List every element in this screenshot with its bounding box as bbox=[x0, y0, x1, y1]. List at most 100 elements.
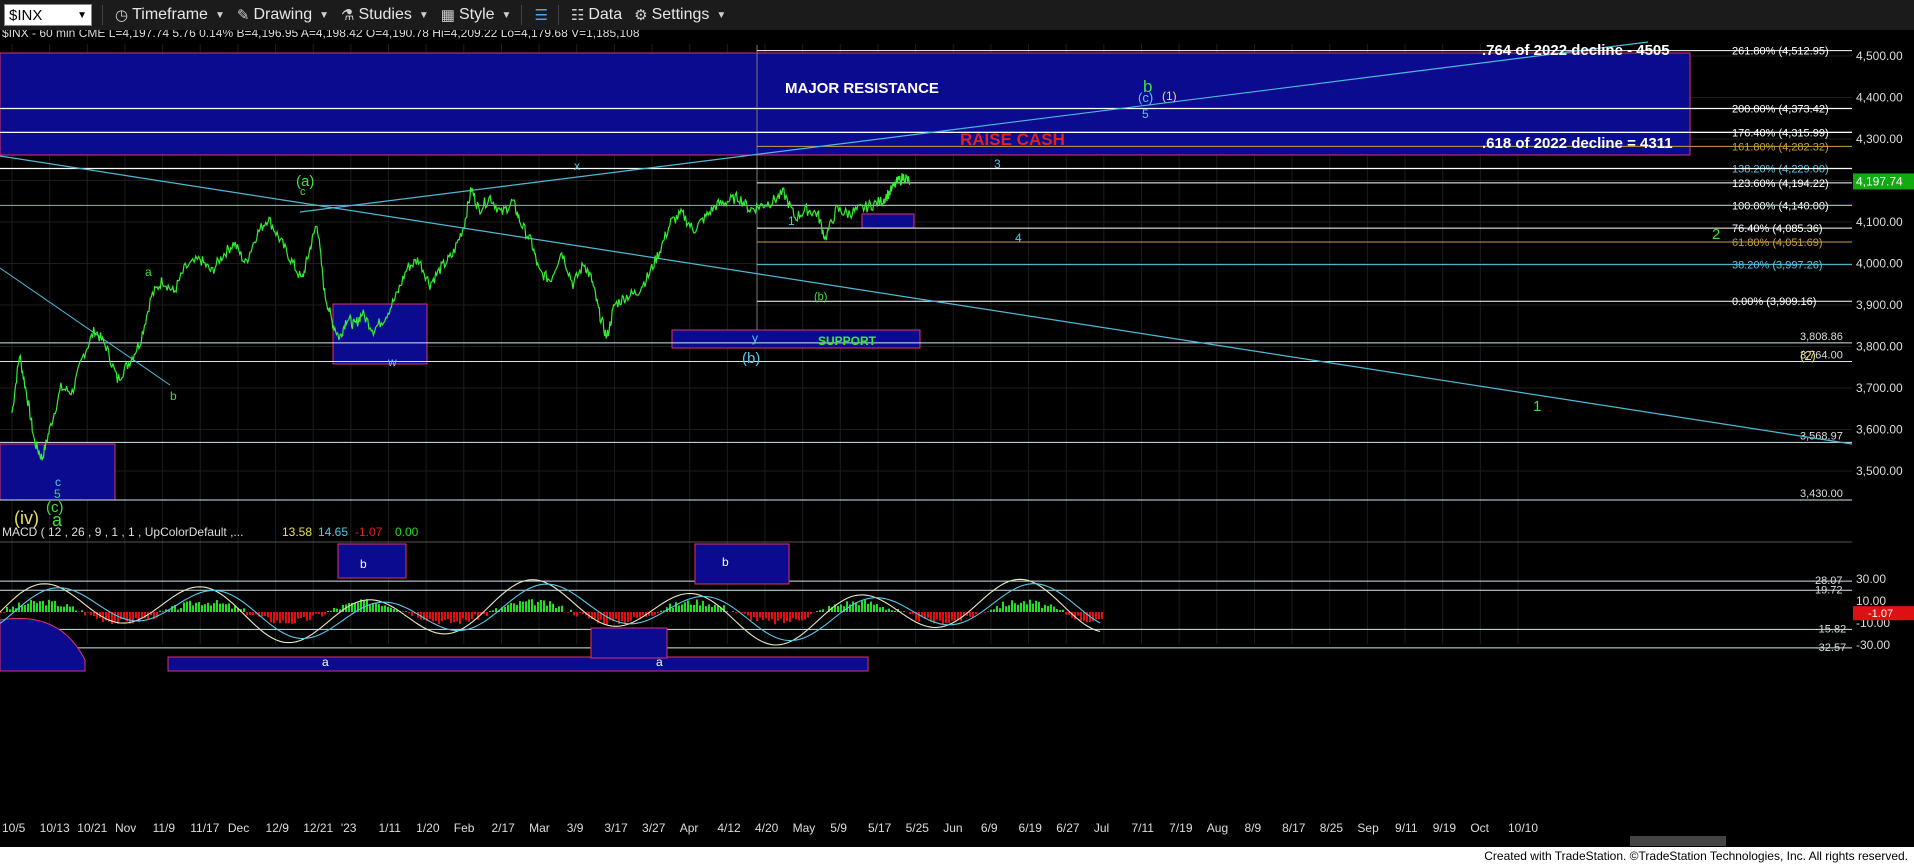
chevron-down-icon: ▼ bbox=[716, 9, 727, 21]
wave-label: 5 bbox=[1142, 107, 1149, 121]
macd-histogram-bar bbox=[303, 612, 305, 617]
macd-histogram-bar bbox=[84, 612, 86, 616]
macd-histogram-bar bbox=[177, 609, 179, 612]
macd-histogram-bar bbox=[1020, 602, 1022, 612]
macd-histogram-bar bbox=[459, 612, 461, 624]
studies-button[interactable]: ⚗ Studies ▼ bbox=[341, 6, 429, 24]
macd-histogram-bar bbox=[39, 601, 41, 612]
macd-histogram-bar bbox=[507, 604, 509, 612]
macd-histogram-bar bbox=[786, 612, 788, 622]
macd-histogram-bar bbox=[708, 604, 710, 612]
macd-histogram-bar bbox=[54, 600, 56, 612]
macd-histogram-bar bbox=[909, 612, 911, 615]
x-tick-label: 8/9 bbox=[1244, 821, 1261, 835]
style-button[interactable]: ▦ Style ▼ bbox=[441, 6, 512, 24]
macd-value-4: 0.00 bbox=[395, 525, 419, 539]
macd-histogram-bar bbox=[231, 608, 233, 612]
y-tick-label: 3,600.00 bbox=[1856, 423, 1903, 437]
macd-histogram-bar bbox=[330, 610, 332, 612]
x-tick-label: May bbox=[793, 821, 816, 835]
fib-level-label: 200.00% (4,373.42) bbox=[1732, 104, 1829, 116]
macd-histogram-bar bbox=[972, 612, 974, 618]
fib-level-label: 176.40% (4,315.99) bbox=[1732, 127, 1829, 139]
macd-histogram-bar bbox=[969, 612, 971, 617]
macd-histogram-bar bbox=[33, 601, 35, 612]
x-tick-label: Nov bbox=[115, 821, 136, 835]
macd-value-1: 13.58 bbox=[282, 525, 312, 539]
macd-histogram-bar bbox=[309, 612, 311, 620]
macd-histogram-bar bbox=[45, 605, 47, 612]
macd-histogram-bar bbox=[162, 611, 164, 612]
macd-histogram-bar bbox=[192, 605, 194, 612]
macd-histogram-bar bbox=[9, 609, 11, 612]
x-tick-label: 5/9 bbox=[830, 821, 847, 835]
macd-histogram-bar bbox=[318, 612, 320, 614]
macd-histogram-bar bbox=[447, 612, 449, 620]
macd-histogram-bar bbox=[546, 605, 548, 612]
macd-histogram-bar bbox=[1053, 606, 1055, 612]
macd-histogram-bar bbox=[348, 603, 350, 612]
drawing-button[interactable]: ✎ Drawing ▼ bbox=[237, 6, 329, 24]
fib-level-label: 38.20% (3,997.26) bbox=[1732, 260, 1823, 272]
macd-histogram-bar bbox=[60, 606, 62, 612]
chevron-down-icon[interactable]: ▼ bbox=[77, 10, 87, 21]
macd-histogram-bar bbox=[1008, 605, 1010, 612]
x-tick-label: 12/9 bbox=[266, 821, 290, 835]
macd-histogram-bar bbox=[504, 606, 506, 612]
macd-histogram-bar bbox=[846, 601, 848, 612]
data-button[interactable]: ☷ Data bbox=[571, 6, 622, 24]
macd-histogram-bar bbox=[687, 600, 689, 612]
macd-histogram-bar bbox=[528, 599, 530, 612]
macd-histogram-bar bbox=[603, 612, 605, 624]
macd-histogram-bar bbox=[555, 607, 557, 612]
macd-wave-label: b bbox=[360, 557, 367, 571]
timeframe-button[interactable]: ◷ Timeframe ▼ bbox=[115, 6, 225, 24]
x-tick-label: Aug bbox=[1207, 821, 1228, 835]
macd-histogram-bar bbox=[636, 612, 638, 619]
macd-histogram-bar bbox=[639, 612, 641, 618]
macd-histogram-bar bbox=[435, 612, 437, 621]
macd-histogram-bar bbox=[795, 612, 797, 620]
macd-histogram-bar bbox=[180, 607, 182, 612]
macd-histogram-bar bbox=[1044, 604, 1046, 612]
wave-label: x bbox=[574, 159, 580, 173]
wave-label: (2) bbox=[1800, 348, 1816, 363]
macd-histogram-bar bbox=[300, 612, 302, 618]
macd-histogram-bar bbox=[993, 609, 995, 612]
x-tick-label: 11/17 bbox=[190, 821, 219, 835]
macd-histogram-bar bbox=[975, 612, 977, 615]
y-tick-label: 4,500.00 bbox=[1856, 49, 1903, 63]
x-tick-label: 10/10 bbox=[1508, 821, 1538, 835]
macd-histogram-bar bbox=[222, 603, 224, 612]
macd-histogram-bar bbox=[765, 612, 767, 619]
layout-button[interactable]: ☰ bbox=[534, 6, 547, 24]
x-tick-label: 1/20 bbox=[416, 821, 440, 835]
macd-histogram-bar bbox=[885, 609, 887, 612]
macd-histogram-bar bbox=[936, 612, 938, 620]
macd-histogram-bar bbox=[474, 612, 476, 615]
settings-button[interactable]: ⚙ Settings ▼ bbox=[634, 6, 726, 24]
macd-histogram-bar bbox=[297, 612, 299, 619]
y-tick-label: 3,700.00 bbox=[1856, 381, 1903, 395]
macd-histogram-bar bbox=[570, 609, 572, 612]
macd-histogram-bar bbox=[576, 612, 578, 617]
macd-histogram-bar bbox=[525, 601, 527, 612]
x-tick-label: 7/11 bbox=[1132, 821, 1155, 835]
price-chart[interactable]: 261.80% (4,512.95)200.00% (4,373.42)176.… bbox=[0, 30, 1914, 847]
macd-histogram-bar bbox=[537, 601, 539, 612]
macd-histogram-bar bbox=[75, 610, 77, 612]
macd-histogram-bar bbox=[540, 599, 542, 612]
x-tick-label: 3/27 bbox=[642, 821, 666, 835]
macd-histogram-bar bbox=[261, 612, 263, 617]
y-tick-label: 3,500.00 bbox=[1856, 464, 1903, 478]
x-tick-label: 10/13 bbox=[40, 821, 70, 835]
symbol-input[interactable]: $INX ▼ bbox=[4, 4, 92, 26]
macd-histogram-bar bbox=[3, 612, 5, 613]
copyright-text: Created with TradeStation. ©TradeStation… bbox=[1484, 849, 1908, 863]
x-tick-label: Sep bbox=[1357, 821, 1379, 835]
macd-histogram-bar bbox=[381, 606, 383, 612]
major-resistance-label: MAJOR RESISTANCE bbox=[785, 80, 939, 97]
macd-y-tick-label: 10.00 bbox=[1856, 594, 1886, 608]
macd-histogram-bar bbox=[228, 603, 230, 612]
macd-value-2: 14.65 bbox=[318, 525, 348, 539]
